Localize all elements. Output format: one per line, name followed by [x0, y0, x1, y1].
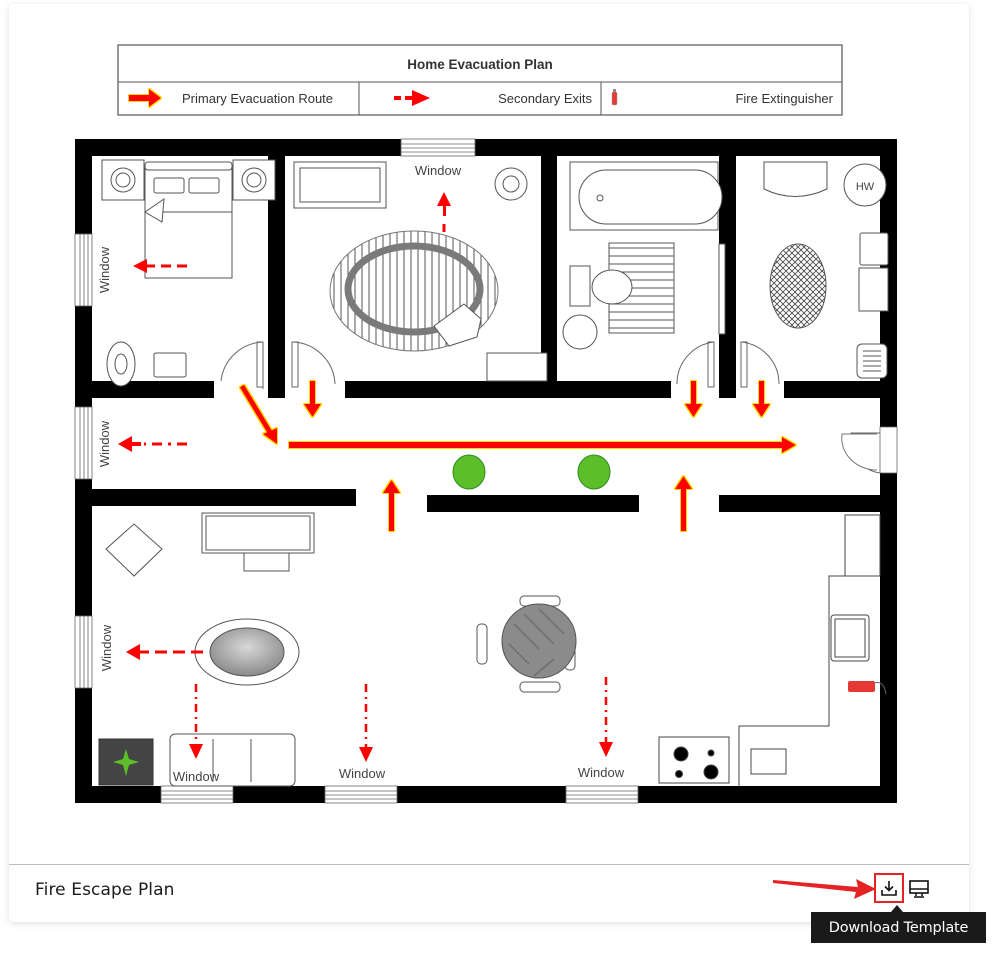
window-label: Window: [97, 246, 112, 293]
plant-icon: [452, 454, 486, 490]
bathroom-fixtures: [562, 161, 726, 350]
window-label: Window: [97, 420, 112, 467]
window-label: Window: [415, 163, 462, 178]
primary-route-arrow: [389, 491, 394, 531]
template-preview[interactable]: Home Evacuation Plan Primary Evacuation …: [9, 4, 969, 864]
primary-route-arrow: [759, 381, 764, 406]
template-title[interactable]: Fire Escape Plan: [35, 880, 175, 900]
plant-icon: [577, 454, 611, 490]
download-tooltip: Download Template: [811, 912, 986, 943]
window-label: Window: [339, 766, 386, 781]
window-label: Window: [173, 769, 220, 784]
annotation-arrow-icon: [773, 879, 876, 899]
laundry-fixtures: HW: [763, 161, 889, 379]
legend: Home Evacuation Plan Primary Evacuation …: [117, 44, 843, 116]
floor-plan: Home Evacuation Plan Primary Evacuation …: [74, 44, 898, 804]
primary-route-arrow: [289, 442, 784, 448]
download-template-button[interactable]: [874, 873, 904, 903]
legend-label-secondary: Secondary Exits: [498, 91, 592, 106]
desktop-monitor-icon: [909, 880, 929, 898]
living-room-furniture: [293, 161, 548, 382]
legend-title: Home Evacuation Plan: [407, 57, 553, 72]
water-heater-label: HW: [856, 181, 875, 193]
template-card[interactable]: Home Evacuation Plan Primary Evacuation …: [9, 4, 969, 922]
kitchen-fixtures: [658, 514, 881, 786]
primary-route-arrow: [310, 381, 315, 406]
legend-label-primary: Primary Evacuation Route: [182, 91, 333, 106]
bedroom-furniture: [101, 159, 276, 387]
dining-furniture: [476, 595, 577, 693]
tooltip-caret: [891, 905, 903, 912]
footer-divider: [9, 864, 969, 865]
primary-route-arrow: [681, 487, 686, 531]
window-label: Window: [578, 765, 625, 780]
preview-template-button[interactable]: [906, 876, 932, 902]
primary-route-arrow: [691, 381, 696, 406]
primary-route-arrow: [239, 384, 274, 436]
download-icon: [881, 881, 897, 896]
window-label: Window: [99, 624, 114, 671]
legend-label-extinguisher: Fire Extinguisher: [735, 91, 833, 106]
